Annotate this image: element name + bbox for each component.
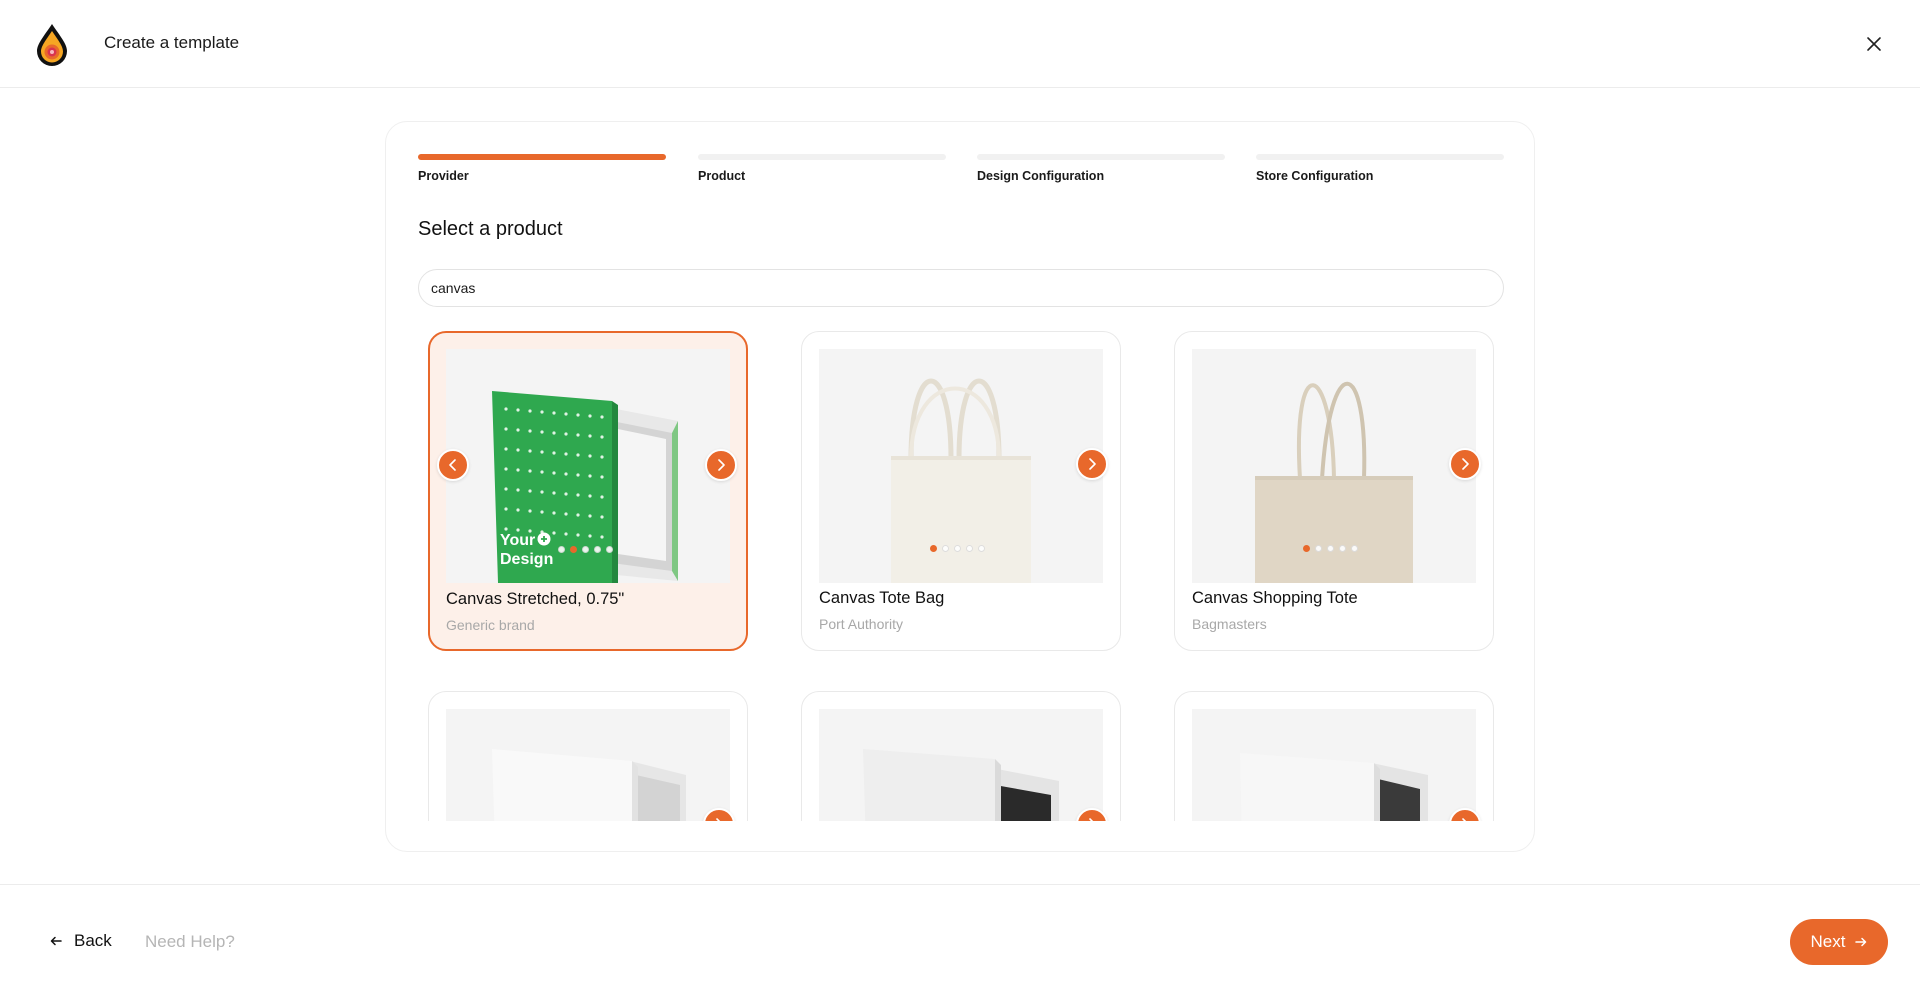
pagination-dot[interactable] (1315, 545, 1322, 552)
product-card[interactable] (1174, 691, 1494, 821)
drop-logo-icon (37, 24, 67, 66)
product-image (446, 709, 730, 821)
step-label: Design Configuration (977, 169, 1105, 183)
pagination-dot[interactable] (606, 546, 613, 553)
product-image (819, 709, 1103, 821)
back-label: Back (74, 931, 112, 950)
pagination-dot[interactable] (1339, 545, 1346, 552)
product-brand: Port Authority (819, 616, 904, 632)
pagination-dot[interactable] (978, 545, 985, 552)
svg-text:Your: Your (500, 532, 535, 549)
product-card[interactable] (801, 691, 1121, 821)
close-button[interactable] (1862, 32, 1886, 56)
pagination-dot[interactable] (942, 545, 949, 552)
step-bar (418, 154, 666, 160)
pagination-dot[interactable] (1351, 545, 1358, 552)
chevron-right-icon (1089, 818, 1094, 821)
arrow-right-icon (1855, 937, 1867, 947)
step-store-configuration: Store Configuration (1256, 154, 1504, 183)
product-card-canvas-stretched[interactable]: Your Design Canvas Stretched, 0.75" Gene… (428, 331, 748, 651)
product-brand: Bagmasters (1192, 616, 1267, 632)
image-pagination (1303, 545, 1358, 552)
chevron-right-icon (1462, 458, 1469, 470)
need-help-link[interactable]: Need Help? (145, 932, 235, 952)
next-button[interactable]: Next (1790, 919, 1888, 965)
back-button[interactable]: Back (50, 931, 112, 951)
pagination-dot[interactable] (930, 545, 937, 552)
step-design-configuration: Design Configuration (977, 154, 1225, 183)
product-brand: Generic brand (446, 617, 535, 633)
top-bar: Create a template (0, 0, 1920, 88)
pagination-dot[interactable] (954, 545, 961, 552)
pagination-dot[interactable] (1303, 545, 1310, 552)
step-label: Store Configuration (1256, 169, 1374, 183)
image-pagination (930, 545, 985, 552)
bottom-bar: Back Need Help? Next (0, 884, 1920, 995)
chevron-right-icon (1089, 458, 1096, 470)
step-bar (1256, 154, 1504, 160)
prev-image-button[interactable] (437, 449, 469, 481)
search-input[interactable] (418, 269, 1504, 307)
step-provider: Provider (418, 154, 666, 183)
svg-text:Design: Design (500, 551, 553, 568)
pagination-dot[interactable] (1327, 545, 1334, 552)
next-image-button[interactable] (705, 449, 737, 481)
product-card-canvas-tote-bag[interactable]: Canvas Tote Bag Port Authority (801, 331, 1121, 651)
image-pagination (558, 546, 613, 553)
pagination-dot[interactable] (570, 546, 577, 553)
next-image-button[interactable] (1449, 448, 1481, 480)
arrow-left-icon (50, 936, 62, 946)
section-title: Select a product (418, 218, 563, 240)
chevron-right-icon (1462, 818, 1467, 821)
next-label: Next (1810, 932, 1846, 951)
chevron-right-icon (716, 818, 721, 821)
product-name: Canvas Shopping Tote (1192, 589, 1358, 607)
step-bar (977, 154, 1225, 160)
pagination-dot[interactable] (582, 546, 589, 553)
step-label: Provider (418, 169, 469, 183)
product-name: Canvas Tote Bag (819, 589, 945, 607)
close-icon (1867, 37, 1881, 51)
product-grid: Your Design Canvas Stretched, 0.75" Gene… (386, 331, 1534, 821)
pagination-dot[interactable] (594, 546, 601, 553)
page-title: Create a template (104, 33, 240, 52)
step-progress: Provider Product Design Configuration St… (418, 154, 1504, 194)
pagination-dot[interactable] (966, 545, 973, 552)
product-card-canvas-shopping-tote[interactable]: Canvas Shopping Tote Bagmasters (1174, 331, 1494, 651)
step-bar (698, 154, 946, 160)
product-card[interactable] (428, 691, 748, 821)
step-label: Product (698, 169, 746, 183)
product-image (1192, 709, 1476, 821)
chevron-left-icon (449, 459, 456, 471)
step-product: Product (698, 154, 946, 183)
product-name: Canvas Stretched, 0.75" (446, 590, 625, 608)
pagination-dot[interactable] (558, 546, 565, 553)
chevron-right-icon (718, 459, 725, 471)
wizard-panel: Provider Product Design Configuration St… (385, 121, 1535, 852)
next-image-button[interactable] (1076, 448, 1108, 480)
